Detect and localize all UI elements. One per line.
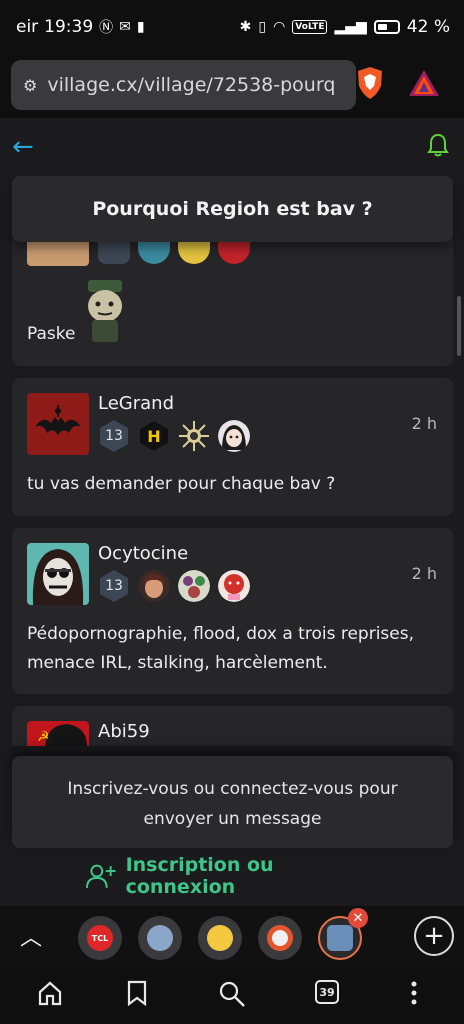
sncf-icon (147, 925, 173, 951)
badge-icon (218, 420, 250, 452)
village-icon (327, 925, 353, 951)
login-prompt: Inscrivez-vous ou connectez-vous pour en… (12, 756, 453, 848)
scrollbar[interactable] (457, 296, 461, 356)
app-header: ← (0, 118, 464, 176)
address-bar[interactable]: ⚙ village.cx/village/72538-pourqu (11, 60, 356, 110)
battery-percent: 42 % (406, 17, 450, 37)
level-badge: 13 (98, 419, 130, 453)
bluetooth-icon: ✱ (239, 19, 252, 35)
status-bar: eir 19:39 Ⓝ ✉ ▮ ✱ ▯ ◠ VoLTE ▂▄▆ 42 % (0, 0, 464, 56)
menu-icon[interactable] (410, 980, 418, 1006)
back-arrow-icon[interactable]: ← (12, 132, 34, 162)
signal-icon: ▂▄▆ (334, 19, 367, 35)
post-time: 2 h (411, 414, 437, 433)
tab-app[interactable] (258, 916, 302, 960)
app-icon (267, 925, 293, 951)
brave-shield-icon[interactable] (355, 66, 385, 100)
badge-icon: H (140, 421, 168, 451)
battery-icon (373, 20, 400, 34)
tab-smiley[interactable] (198, 916, 242, 960)
post-message: Pédopornographie, flood, dox a trois rep… (27, 624, 414, 673)
notification-icon: ✉ (119, 19, 131, 35)
level-badge (98, 242, 130, 264)
carrier-label: eir (16, 17, 39, 37)
tabs-button[interactable]: 39 (315, 980, 339, 1004)
badge-icon (138, 570, 170, 602)
avatar-image (27, 543, 89, 605)
bell-icon[interactable] (426, 132, 450, 158)
badge-icon (178, 242, 210, 264)
add-user-icon (86, 864, 116, 888)
post-card: LeGrand 2 h 13 H tu vas demander pour ch… (12, 378, 453, 516)
nfc-icon: Ⓝ (99, 20, 114, 36)
topic-title-bar: Pourquoi Regioh est bav ? (12, 176, 453, 242)
badge-icon (178, 570, 210, 602)
post-card: Paske (12, 232, 453, 366)
username[interactable]: Abi59 (98, 721, 150, 742)
site-settings-icon[interactable]: ⚙ (23, 76, 37, 95)
url-text[interactable]: village.cx/village/72538-pourqu (47, 74, 337, 96)
level-badge: 13 (98, 569, 130, 603)
badge-icon (218, 242, 250, 264)
username[interactable]: Ocytocine (98, 543, 188, 564)
smiley-icon (207, 925, 233, 951)
badge-list (98, 242, 250, 264)
post-card: Ocytocine 2 h 13 Pédopornographie, flood… (12, 528, 453, 694)
home-icon[interactable] (37, 980, 63, 1006)
volte-icon: VoLTE (292, 20, 328, 34)
avatar-image: ☭ (27, 721, 89, 746)
bookmark-icon[interactable] (126, 980, 148, 1006)
login-button-label: Inscription ou connexion (125, 854, 274, 898)
badge-list: 13 H (98, 419, 250, 453)
clock: 19:39 (44, 17, 94, 37)
post-card: ☭ Abi59 (12, 706, 453, 746)
avatar[interactable] (27, 393, 89, 455)
new-tab-button[interactable]: + (414, 916, 454, 956)
badge-icon (138, 242, 170, 264)
post-message: tu vas demander pour chaque bav ? (27, 474, 336, 494)
vibrate-icon: ▯ (258, 19, 267, 35)
post-time: 2 h (411, 564, 437, 583)
close-tab-icon[interactable]: ✕ (348, 908, 368, 928)
username[interactable]: LeGrand (98, 393, 174, 414)
search-icon[interactable] (218, 980, 246, 1008)
chevron-up-icon[interactable]: ︿ (20, 920, 42, 952)
tcl-icon: TCL (87, 925, 113, 951)
wifi-icon: ◠ (273, 19, 286, 35)
sticker-image (88, 280, 122, 342)
badge-icon (179, 421, 209, 451)
bottom-navigation: 39 (0, 966, 464, 1024)
avatar[interactable] (27, 242, 89, 266)
post-message: Paske (27, 324, 76, 344)
tab-sncf[interactable] (138, 916, 182, 960)
alert-icon: ▮ (136, 19, 145, 35)
browser-toolbar: ⚙ village.cx/village/72538-pourqu (0, 56, 464, 118)
svg-text:H: H (147, 427, 160, 446)
badge-list: 13 (98, 569, 250, 603)
login-button[interactable]: Inscription ou connexion (86, 854, 386, 898)
avatar[interactable] (27, 543, 89, 605)
tab-tcl[interactable]: TCL (78, 916, 122, 960)
badge-icon (218, 570, 250, 602)
rewards-icon[interactable] (408, 68, 440, 98)
login-prompt-line2: envoyer un message (143, 809, 322, 829)
topic-title: Pourquoi Regioh est bav ? (92, 198, 373, 220)
login-prompt-line1: Inscrivez-vous ou connectez-vous pour (67, 779, 398, 799)
tab-strip: ︿ TCL + (0, 906, 464, 966)
bat-icon (27, 393, 89, 455)
avatar[interactable]: ☭ (27, 721, 89, 746)
svg-text:☭: ☭ (37, 729, 50, 745)
